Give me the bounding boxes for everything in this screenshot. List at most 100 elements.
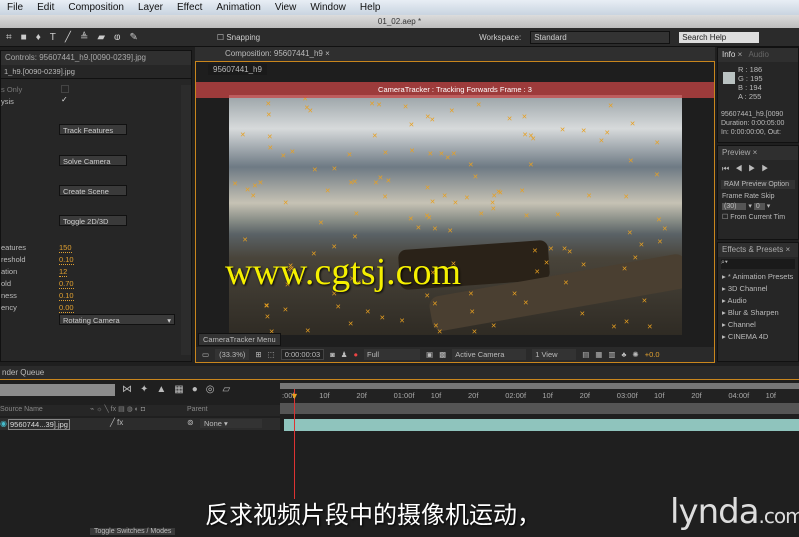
cameratracker-menu-button[interactable]: CameraTracker Menu	[198, 333, 281, 346]
brainstorm-icon[interactable]: ▱	[223, 384, 239, 395]
param-value[interactable]: 0.70	[59, 279, 74, 289]
frame-rate-select[interactable]: (30)	[722, 203, 747, 210]
camera-tool-icon[interactable]: ⌗	[6, 32, 12, 43]
layer-duration-bar[interactable]	[284, 419, 799, 431]
ram-preview-options[interactable]: RAM Preview Option	[721, 180, 795, 189]
param-value[interactable]: 0.10	[59, 291, 74, 301]
snapping-checkbox[interactable]: ☐ Snapping	[217, 33, 260, 42]
resolution-select[interactable]: Full	[364, 349, 420, 360]
effects-category[interactable]: ▸ Channel	[722, 319, 798, 331]
param-value[interactable]: 12	[59, 267, 68, 277]
menu-edit[interactable]: Edit	[30, 2, 61, 13]
menu-effect[interactable]: Effect	[170, 2, 209, 13]
pickwhip-icon[interactable]: ⊚	[187, 418, 194, 427]
eraser-tool-icon[interactable]: ▰	[97, 32, 105, 43]
render-queue-tab[interactable]: nder Queue	[0, 366, 799, 380]
play-icon[interactable]: ▶	[748, 164, 761, 173]
from-current-checkbox[interactable]: ☐ From Current Tim	[718, 210, 798, 224]
brush-tool-icon[interactable]: ╱	[65, 32, 71, 43]
comp-mini-flowchart-icon[interactable]: ⋈	[122, 384, 140, 395]
scrollbar[interactable]	[181, 85, 191, 355]
effects-category[interactable]: ▸ * Animation Presets	[722, 271, 798, 283]
composition-tab[interactable]: Composition: 95607441_h9 ×	[195, 47, 715, 61]
track-point-marker: ✕	[266, 134, 273, 142]
menu-window[interactable]: Window	[303, 2, 353, 13]
current-time[interactable]: 0:00:00:03	[280, 349, 325, 360]
menu-composition[interactable]: Composition	[61, 2, 131, 13]
toggle-switches-modes-button[interactable]: Toggle Switches / Modes	[90, 528, 176, 535]
layer-switches[interactable]: ╱ fx	[110, 418, 123, 427]
playhead-line[interactable]	[294, 389, 295, 499]
effects-category[interactable]: ▸ CINEMA 4D	[722, 331, 798, 343]
effects-search-input[interactable]: ⌕▾	[721, 259, 795, 269]
effects-category[interactable]: ▸ Audio	[722, 295, 798, 307]
next-frame-icon[interactable]: ▶	[761, 164, 774, 173]
puppet-tool-icon[interactable]: ✎	[130, 32, 138, 43]
tab-audio[interactable]: Audio	[748, 50, 768, 59]
layer-row[interactable]: ◉ 9560744...39].jpg ╱ fx ⊚ None ▾	[0, 418, 280, 430]
toggle-2d-3d-button[interactable]: Toggle 2D/3D	[59, 215, 127, 226]
exposure-value[interactable]: +0.0	[645, 350, 660, 359]
fast-previews-icon[interactable]: ▣	[426, 350, 433, 359]
timeline-icon[interactable]: ▥	[608, 350, 615, 359]
draft-3d-icon[interactable]: ▦	[595, 350, 602, 359]
tab-preview[interactable]: Preview	[722, 148, 750, 157]
parent-select[interactable]: None ▾	[200, 419, 262, 428]
toggle-view-icon[interactable]: ▭	[202, 350, 209, 359]
effect-controls-tab[interactable]: Controls: 95607441_h9.[0090-0239].jpg	[1, 51, 191, 65]
grid-icon[interactable]: ⊞	[255, 350, 261, 359]
layer-name-field[interactable]: 9560744...39].jpg	[8, 419, 70, 430]
time-ruler[interactable]: :00f 10f 20f 01:00f 10f 20f 02:00f 10f 20f 03:00f…	[280, 389, 799, 403]
text-tool-icon[interactable]: T	[50, 32, 56, 43]
flowchart-icon[interactable]: ♣	[621, 350, 626, 359]
snapshot-icon[interactable]: ◙	[330, 350, 335, 359]
clone-tool-icon[interactable]: ≜	[80, 32, 88, 43]
timeline-search-input[interactable]	[0, 384, 115, 396]
close-icon[interactable]: ×	[325, 49, 330, 58]
search-help-input[interactable]: Search Help	[679, 31, 760, 43]
roto-brush-icon[interactable]: ⱷ	[114, 32, 120, 43]
view-layout-select[interactable]: 1 View	[532, 349, 577, 360]
rectangle-tool-icon[interactable]: ■	[21, 32, 27, 43]
exposure-icon[interactable]: ✺	[632, 350, 638, 359]
motion-blur-icon[interactable]: ●	[192, 384, 206, 395]
param-value[interactable]: 0.10	[59, 255, 74, 265]
skip-select[interactable]: 0	[753, 203, 765, 210]
track-point-marker: ✕	[369, 101, 375, 109]
param-value[interactable]: 0.00	[59, 303, 74, 313]
tab-info[interactable]: Info	[722, 50, 735, 59]
comp-subtab[interactable]: 95607441_h9	[208, 64, 267, 75]
magnification-select[interactable]: (33.3%)	[215, 349, 250, 360]
checkbox[interactable]	[61, 85, 69, 93]
playhead-icon[interactable]: ▼	[290, 391, 299, 401]
first-frame-icon[interactable]: ⏮	[722, 164, 735, 173]
create-scene-button[interactable]: Create Scene	[59, 185, 127, 196]
checkbox-checked[interactable]: ✓	[61, 95, 68, 104]
channel-icon[interactable]: ●	[353, 350, 358, 359]
menu-view[interactable]: View	[268, 2, 304, 13]
frame-blending-icon[interactable]: ▦	[174, 384, 191, 395]
camera-select[interactable]: Active Camera	[452, 349, 527, 360]
footage-frame[interactable]: ✕ ✕ ✕ ✕ ✕ ✕ ✕ ✕ ✕ ✕ ✕ ✕ ✕ ✕ ✕ ✕ ✕ ✕ ✕ ✕ ✕ ✕ ✕ ✕ ✕ ✕ ✕ ✕ ✕ ✕ ✕ ✕ ✕ ✕ ✕ ✕ ✕ ✕ ✕ ✕…	[229, 95, 682, 335]
workspace-select[interactable]: Standard	[530, 30, 671, 44]
graph-editor-icon[interactable]: ◎	[206, 384, 223, 395]
solve-camera-button[interactable]: Solve Camera	[59, 155, 127, 166]
draft-3d-icon[interactable]: ✦	[140, 384, 156, 395]
pixel-aspect-icon[interactable]: ▤	[582, 350, 589, 359]
prev-frame-icon[interactable]: ◀	[735, 164, 748, 173]
tab-effects-presets[interactable]: Effects & Presets	[722, 245, 783, 254]
menu-help[interactable]: Help	[353, 2, 388, 13]
pen-tool-icon[interactable]: ♦	[36, 32, 41, 43]
show-snapshot-icon[interactable]: ♟	[341, 350, 348, 359]
menu-animation[interactable]: Animation	[209, 2, 267, 13]
solve-method-select[interactable]: Rotating Camera ▾	[59, 314, 175, 325]
shy-icon[interactable]: ▲	[156, 384, 174, 395]
roi-icon[interactable]: ⬚	[268, 350, 275, 359]
menu-layer[interactable]: Layer	[131, 2, 170, 13]
track-features-button[interactable]: Track Features	[59, 124, 127, 135]
effects-category[interactable]: ▸ Blur & Sharpen	[722, 307, 798, 319]
menu-file[interactable]: File	[0, 2, 30, 13]
effects-category[interactable]: ▸ 3D Channel	[722, 283, 798, 295]
transparency-grid-icon[interactable]: ▩	[439, 350, 446, 359]
param-value[interactable]: 150	[59, 243, 72, 253]
